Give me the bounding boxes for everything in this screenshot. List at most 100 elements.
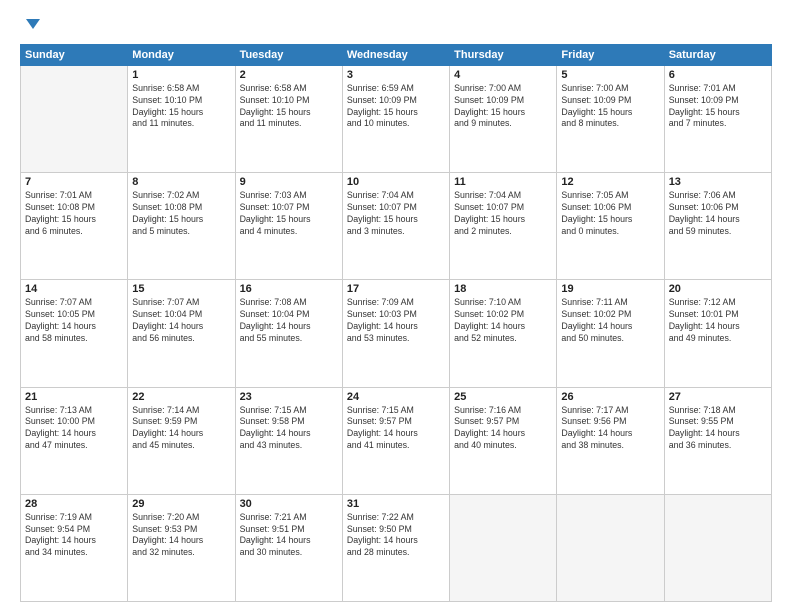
day-number: 21 — [25, 391, 123, 403]
logo-arrow-icon — [22, 11, 44, 33]
day-number: 19 — [561, 283, 659, 295]
weekday-header: Saturday — [664, 44, 771, 65]
cell-info: Sunrise: 7:01 AM Sunset: 10:09 PM Daylig… — [669, 83, 767, 131]
day-number: 11 — [454, 176, 552, 188]
day-number: 3 — [347, 69, 445, 81]
calendar-cell: 3 Sunrise: 6:59 AM Sunset: 10:09 PM Dayli… — [342, 65, 449, 172]
day-number: 5 — [561, 69, 659, 81]
weekday-header: Tuesday — [235, 44, 342, 65]
day-number: 14 — [25, 283, 123, 295]
cell-info: Sunrise: 7:00 AM Sunset: 10:09 PM Daylig… — [561, 83, 659, 131]
calendar-cell: 26 Sunrise: 7:17 AM Sunset: 9:56 PM Dayli… — [557, 387, 664, 494]
cell-info: Sunrise: 7:07 AM Sunset: 10:04 PM Daylig… — [132, 297, 230, 345]
cell-info: Sunrise: 7:04 AM Sunset: 10:07 PM Daylig… — [454, 190, 552, 238]
day-number: 23 — [240, 391, 338, 403]
day-number: 1 — [132, 69, 230, 81]
calendar-cell: 31Sunrise: 7:22 AM Sunset: 9:50 PM Dayli… — [342, 494, 449, 601]
day-number: 10 — [347, 176, 445, 188]
cell-info: Sunrise: 7:11 AM Sunset: 10:02 PM Daylig… — [561, 297, 659, 345]
cell-info: Sunrise: 7:18 AM Sunset: 9:55 PM Dayligh… — [669, 405, 767, 453]
calendar-cell: 23 Sunrise: 7:15 AM Sunset: 9:58 PM Dayli… — [235, 387, 342, 494]
calendar-cell: 14 Sunrise: 7:07 AM Sunset: 10:05 PM Dayl… — [21, 280, 128, 387]
weekday-header: Sunday — [21, 44, 128, 65]
calendar-cell: 15 Sunrise: 7:07 AM Sunset: 10:04 PM Dayl… — [128, 280, 235, 387]
cell-info: Sunrise: 7:09 AM Sunset: 10:03 PM Daylig… — [347, 297, 445, 345]
calendar-cell: 28Sunrise: 7:19 AM Sunset: 9:54 PM Dayli… — [21, 494, 128, 601]
calendar-table: SundayMondayTuesdayWednesdayThursdayFrid… — [20, 44, 772, 602]
day-number: 16 — [240, 283, 338, 295]
calendar-week-row: 21 Sunrise: 7:13 AM Sunset: 10:00 PM Dayl… — [21, 387, 772, 494]
calendar-cell: 2Sunrise: 6:58 AM Sunset: 10:10 PM Dayli… — [235, 65, 342, 172]
cell-info: Sunrise: 7:20 AM Sunset: 9:53 PM Dayligh… — [132, 512, 230, 560]
calendar-cell: 24 Sunrise: 7:15 AM Sunset: 9:57 PM Dayli… — [342, 387, 449, 494]
cell-info: Sunrise: 7:13 AM Sunset: 10:00 PM Daylig… — [25, 405, 123, 453]
cell-info: Sunrise: 7:01 AM Sunset: 10:08 PM Daylig… — [25, 190, 123, 238]
calendar-week-row: 7 Sunrise: 7:01 AM Sunset: 10:08 PM Dayli… — [21, 173, 772, 280]
calendar-cell: 4 Sunrise: 7:00 AM Sunset: 10:09 PM Dayli… — [450, 65, 557, 172]
cell-info: Sunrise: 7:06 AM Sunset: 10:06 PM Daylig… — [669, 190, 767, 238]
cell-info: Sunrise: 7:04 AM Sunset: 10:07 PM Daylig… — [347, 190, 445, 238]
calendar-cell: 13 Sunrise: 7:06 AM Sunset: 10:06 PM Dayl… — [664, 173, 771, 280]
weekday-header: Wednesday — [342, 44, 449, 65]
day-number: 24 — [347, 391, 445, 403]
cell-info: Sunrise: 7:21 AM Sunset: 9:51 PM Dayligh… — [240, 512, 338, 560]
day-number: 20 — [669, 283, 767, 295]
calendar-cell: 11 Sunrise: 7:04 AM Sunset: 10:07 PM Dayl… — [450, 173, 557, 280]
weekday-header: Thursday — [450, 44, 557, 65]
cell-info: Sunrise: 7:15 AM Sunset: 9:58 PM Dayligh… — [240, 405, 338, 453]
day-number: 9 — [240, 176, 338, 188]
day-number: 18 — [454, 283, 552, 295]
calendar-cell: 5 Sunrise: 7:00 AM Sunset: 10:09 PM Dayli… — [557, 65, 664, 172]
calendar-cell: 22 Sunrise: 7:14 AM Sunset: 9:59 PM Dayli… — [128, 387, 235, 494]
cell-info: Sunrise: 7:22 AM Sunset: 9:50 PM Dayligh… — [347, 512, 445, 560]
calendar-week-row: 28Sunrise: 7:19 AM Sunset: 9:54 PM Dayli… — [21, 494, 772, 601]
cell-info: Sunrise: 6:59 AM Sunset: 10:09 PM Daylig… — [347, 83, 445, 131]
calendar-cell: 10 Sunrise: 7:04 AM Sunset: 10:07 PM Dayl… — [342, 173, 449, 280]
calendar-cell: 30 Sunrise: 7:21 AM Sunset: 9:51 PM Dayli… — [235, 494, 342, 601]
calendar-page: SundayMondayTuesdayWednesdayThursdayFrid… — [0, 0, 792, 612]
cell-info: Sunrise: 7:16 AM Sunset: 9:57 PM Dayligh… — [454, 405, 552, 453]
cell-info: Sunrise: 7:15 AM Sunset: 9:57 PM Dayligh… — [347, 405, 445, 453]
day-number: 2 — [240, 69, 338, 81]
calendar-cell — [21, 65, 128, 172]
day-number: 7 — [25, 176, 123, 188]
day-number: 8 — [132, 176, 230, 188]
calendar-cell: 16 Sunrise: 7:08 AM Sunset: 10:04 PM Dayl… — [235, 280, 342, 387]
weekday-header: Friday — [557, 44, 664, 65]
day-number: 27 — [669, 391, 767, 403]
calendar-cell: 9 Sunrise: 7:03 AM Sunset: 10:07 PM Dayli… — [235, 173, 342, 280]
calendar-cell: 29 Sunrise: 7:20 AM Sunset: 9:53 PM Dayli… — [128, 494, 235, 601]
calendar-cell: 17Sunrise: 7:09 AM Sunset: 10:03 PM Dayl… — [342, 280, 449, 387]
weekday-header: Monday — [128, 44, 235, 65]
cell-info: Sunrise: 7:07 AM Sunset: 10:05 PM Daylig… — [25, 297, 123, 345]
day-number: 6 — [669, 69, 767, 81]
calendar-cell: 27 Sunrise: 7:18 AM Sunset: 9:55 PM Dayli… — [664, 387, 771, 494]
calendar-cell: 19 Sunrise: 7:11 AM Sunset: 10:02 PM Dayl… — [557, 280, 664, 387]
calendar-cell: 20Sunrise: 7:12 AM Sunset: 10:01 PM Dayl… — [664, 280, 771, 387]
cell-info: Sunrise: 7:08 AM Sunset: 10:04 PM Daylig… — [240, 297, 338, 345]
cell-info: Sunrise: 7:10 AM Sunset: 10:02 PM Daylig… — [454, 297, 552, 345]
day-number: 30 — [240, 498, 338, 510]
calendar-cell — [557, 494, 664, 601]
calendar-header-row: SundayMondayTuesdayWednesdayThursdayFrid… — [21, 44, 772, 65]
logo — [20, 16, 44, 36]
day-number: 29 — [132, 498, 230, 510]
cell-info: Sunrise: 7:03 AM Sunset: 10:07 PM Daylig… — [240, 190, 338, 238]
calendar-cell — [664, 494, 771, 601]
calendar-cell: 1Sunrise: 6:58 AM Sunset: 10:10 PM Dayli… — [128, 65, 235, 172]
day-number: 26 — [561, 391, 659, 403]
day-number: 15 — [132, 283, 230, 295]
calendar-cell: 25 Sunrise: 7:16 AM Sunset: 9:57 PM Dayli… — [450, 387, 557, 494]
cell-info: Sunrise: 7:00 AM Sunset: 10:09 PM Daylig… — [454, 83, 552, 131]
day-number: 22 — [132, 391, 230, 403]
day-number: 25 — [454, 391, 552, 403]
cell-info: Sunrise: 7:14 AM Sunset: 9:59 PM Dayligh… — [132, 405, 230, 453]
calendar-week-row: 1Sunrise: 6:58 AM Sunset: 10:10 PM Dayli… — [21, 65, 772, 172]
cell-info: Sunrise: 7:17 AM Sunset: 9:56 PM Dayligh… — [561, 405, 659, 453]
calendar-cell: 6 Sunrise: 7:01 AM Sunset: 10:09 PM Dayli… — [664, 65, 771, 172]
cell-info: Sunrise: 7:02 AM Sunset: 10:08 PM Daylig… — [132, 190, 230, 238]
calendar-cell: 21 Sunrise: 7:13 AM Sunset: 10:00 PM Dayl… — [21, 387, 128, 494]
header — [20, 16, 772, 36]
day-number: 13 — [669, 176, 767, 188]
day-number: 4 — [454, 69, 552, 81]
